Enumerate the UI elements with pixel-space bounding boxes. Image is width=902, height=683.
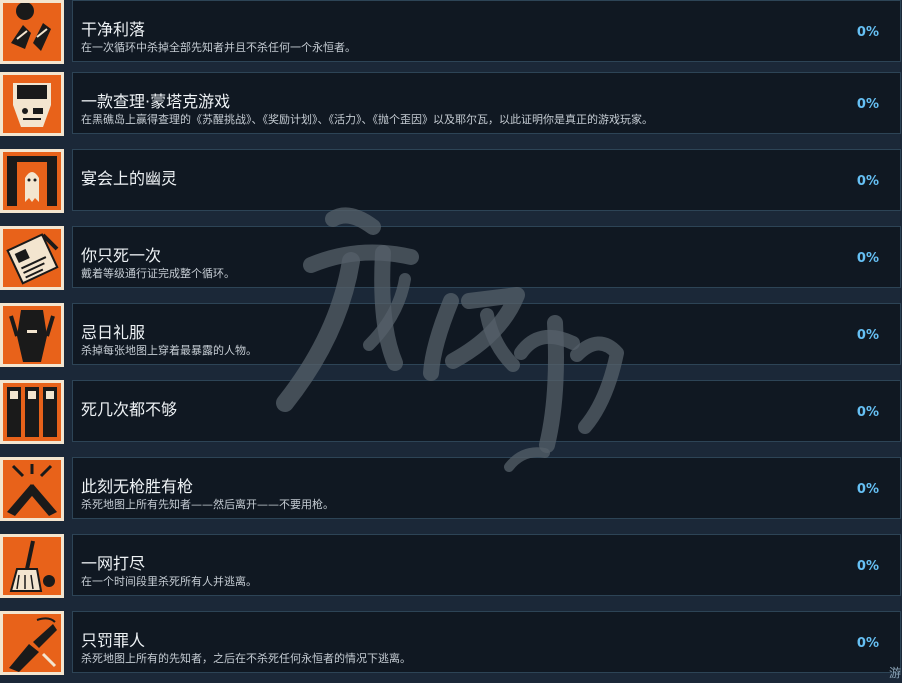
- coffins-icon: [0, 380, 64, 444]
- outfit-icon: [0, 303, 64, 367]
- achievement-title: 一款查理·蒙塔克游戏: [81, 92, 231, 111]
- achievement-panel: 此刻无枪胜有枪 杀死地图上所有先知者——然后离开——不要用枪。 0%: [72, 457, 901, 519]
- unlock-percentage: 0%: [856, 25, 879, 40]
- arcade-icon: [0, 72, 64, 136]
- achievement-description: 在一次循环中杀掉全部先知者并且不杀任何一个永恒者。: [81, 41, 356, 54]
- achievement-description: 戴着等级通行证完成整个循环。: [81, 267, 235, 280]
- achievement-row[interactable]: 宴会上的幽灵 0%: [0, 149, 902, 215]
- pass-card-icon: [0, 226, 64, 290]
- achievement-title: 你只死一次: [81, 246, 162, 265]
- hands-icon: [0, 0, 64, 64]
- unlock-percentage: 0%: [856, 328, 879, 343]
- achievement-panel: 一款查理·蒙塔克游戏 在黑礁岛上赢得查理的《苏醒挑战》、《奖励计划》、《活力》、…: [72, 72, 901, 134]
- achievement-title: 此刻无枪胜有枪: [81, 477, 194, 496]
- achievement-panel: 死几次都不够 0%: [72, 380, 901, 442]
- achievement-panel: 宴会上的幽灵 0%: [72, 149, 901, 211]
- achievement-row[interactable]: 你只死一次 戴着等级通行证完成整个循环。 0%: [0, 226, 902, 292]
- achievement-row[interactable]: 一款查理·蒙塔克游戏 在黑礁岛上赢得查理的《苏醒挑战》、《奖励计划》、《活力》、…: [0, 72, 902, 138]
- unlock-percentage: 0%: [856, 559, 879, 574]
- achievement-description: 杀死地图上所有先知者——然后离开——不要用枪。: [81, 498, 334, 511]
- achievement-description: 杀死地图上所有的先知者，之后在不杀死任何永恒者的情况下逃离。: [81, 652, 411, 665]
- achievement-panel: 你只死一次 戴着等级通行证完成整个循环。 0%: [72, 226, 901, 288]
- achievement-title: 忌日礼服: [81, 323, 146, 342]
- achievement-title: 一网打尽: [81, 554, 146, 573]
- unlock-percentage: 0%: [856, 405, 879, 420]
- achievement-title: 宴会上的幽灵: [81, 169, 178, 188]
- broom-icon: [0, 534, 64, 598]
- achievement-row[interactable]: 忌日礼服 杀掉每张地图上穿着最暴露的人物。 0%: [0, 303, 902, 369]
- crossed-hands-icon: [0, 457, 64, 521]
- achievement-panel: 只罚罪人 杀死地图上所有的先知者，之后在不杀死任何永恒者的情况下逃离。 0%: [72, 611, 901, 673]
- achievement-title: 死几次都不够: [81, 400, 178, 419]
- unlock-percentage: 0%: [856, 97, 879, 112]
- achievement-description: 杀掉每张地图上穿着最暴露的人物。: [81, 344, 257, 357]
- achievement-panel: 忌日礼服 杀掉每张地图上穿着最暴露的人物。 0%: [72, 303, 901, 365]
- unlock-percentage: 0%: [856, 482, 879, 497]
- achievement-row[interactable]: 此刻无枪胜有枪 杀死地图上所有先知者——然后离开——不要用枪。 0%: [0, 457, 902, 523]
- achievement-title: 干净利落: [81, 20, 146, 39]
- unlock-percentage: 0%: [856, 636, 879, 651]
- achievement-panel: 一网打尽 在一个时间段里杀死所有人并逃离。 0%: [72, 534, 901, 596]
- achievement-list: 干净利落 在一次循环中杀掉全部先知者并且不杀任何一个永恒者。 0% 一款查理·蒙…: [0, 0, 902, 683]
- achievement-row[interactable]: 一网打尽 在一个时间段里杀死所有人并逃离。 0%: [0, 534, 902, 600]
- ghost-icon: [0, 149, 64, 213]
- punish-icon: [0, 611, 64, 675]
- unlock-percentage: 0%: [856, 251, 879, 266]
- achievement-description: 在一个时间段里杀死所有人并逃离。: [81, 575, 257, 588]
- achievement-row[interactable]: 只罚罪人 杀死地图上所有的先知者，之后在不杀死任何永恒者的情况下逃离。 0%: [0, 611, 902, 677]
- achievement-row[interactable]: 死几次都不够 0%: [0, 380, 902, 446]
- achievement-title: 只罚罪人: [81, 631, 146, 650]
- achievement-row[interactable]: 干净利落 在一次循环中杀掉全部先知者并且不杀任何一个永恒者。 0%: [0, 0, 902, 66]
- corner-watermark-text: 游: [889, 666, 902, 680]
- achievement-panel: 干净利落 在一次循环中杀掉全部先知者并且不杀任何一个永恒者。 0%: [72, 0, 901, 62]
- achievement-description: 在黑礁岛上赢得查理的《苏醒挑战》、《奖励计划》、《活力》、《抛个歪因》以及耶尔瓦…: [81, 113, 653, 126]
- unlock-percentage: 0%: [856, 174, 879, 189]
